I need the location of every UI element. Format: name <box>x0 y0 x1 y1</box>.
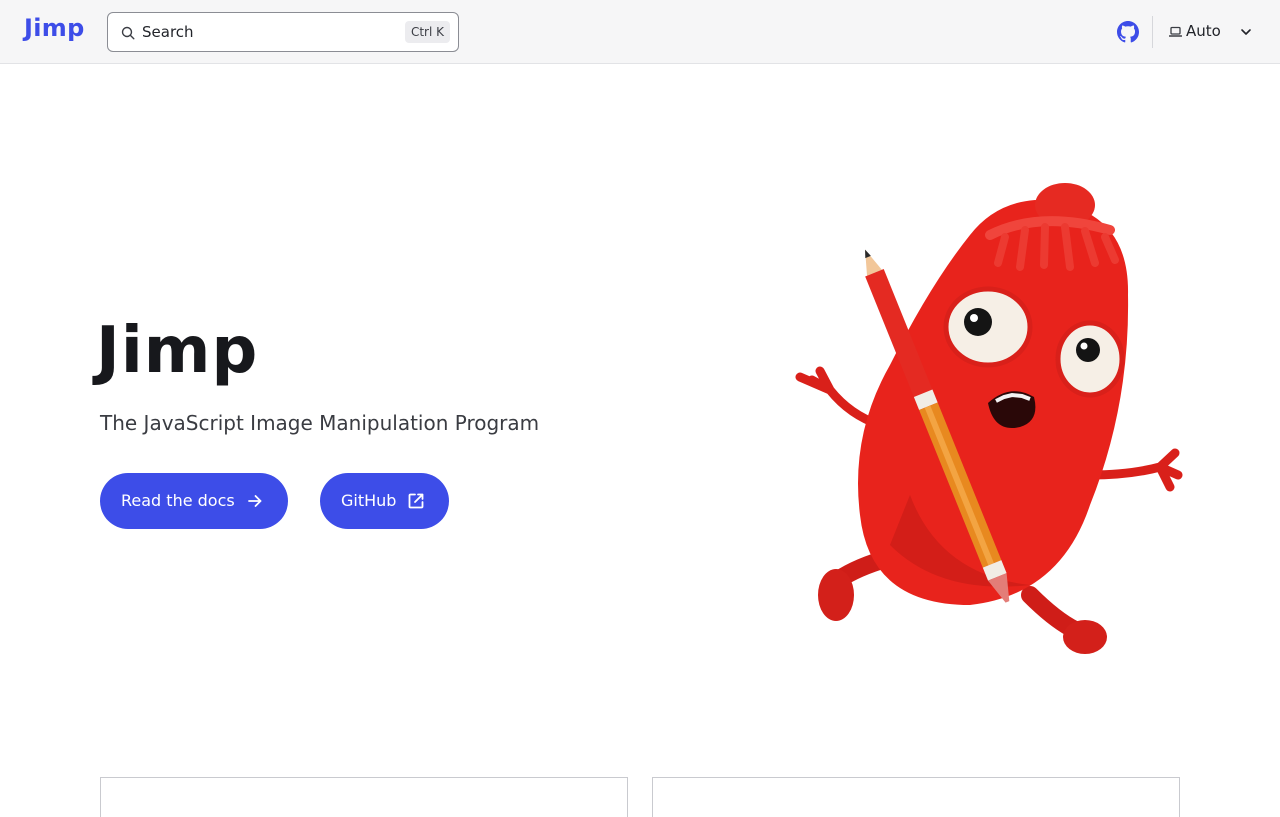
search-label: Search <box>142 23 194 41</box>
hero-tagline: The JavaScript Image Manipulation Progra… <box>100 411 540 435</box>
top-navbar: Jimp Search Ctrl K Auto <box>0 0 1280 64</box>
feature-card <box>100 777 628 817</box>
arrow-right-icon <box>248 495 262 507</box>
theme-select-value: Auto <box>1186 22 1221 40</box>
external-link-icon <box>408 493 424 509</box>
search-shortcut-badge: Ctrl K <box>404 21 450 43</box>
hero-title: Jimp <box>96 314 259 388</box>
feature-card <box>652 777 1180 817</box>
laptop-icon <box>1169 26 1182 37</box>
chevron-down-icon <box>1241 29 1251 35</box>
read-the-docs-label: Read the docs <box>121 491 235 510</box>
read-the-docs-button[interactable]: Read the docs <box>100 473 288 529</box>
mascot-left-foot <box>818 569 854 621</box>
search-button[interactable]: Search Ctrl K <box>107 12 459 52</box>
search-icon <box>121 26 135 40</box>
github-icon[interactable] <box>1117 21 1139 43</box>
mascot-illustration <box>795 183 1183 654</box>
github-button-label: GitHub <box>341 491 397 510</box>
site-logo[interactable]: Jimp <box>24 14 85 42</box>
theme-select[interactable]: Auto <box>1163 18 1263 46</box>
mascot-right-leg <box>1021 586 1084 639</box>
mascot-right-foot <box>1063 620 1107 654</box>
header-divider <box>1152 16 1153 48</box>
github-button[interactable]: GitHub <box>320 473 449 529</box>
